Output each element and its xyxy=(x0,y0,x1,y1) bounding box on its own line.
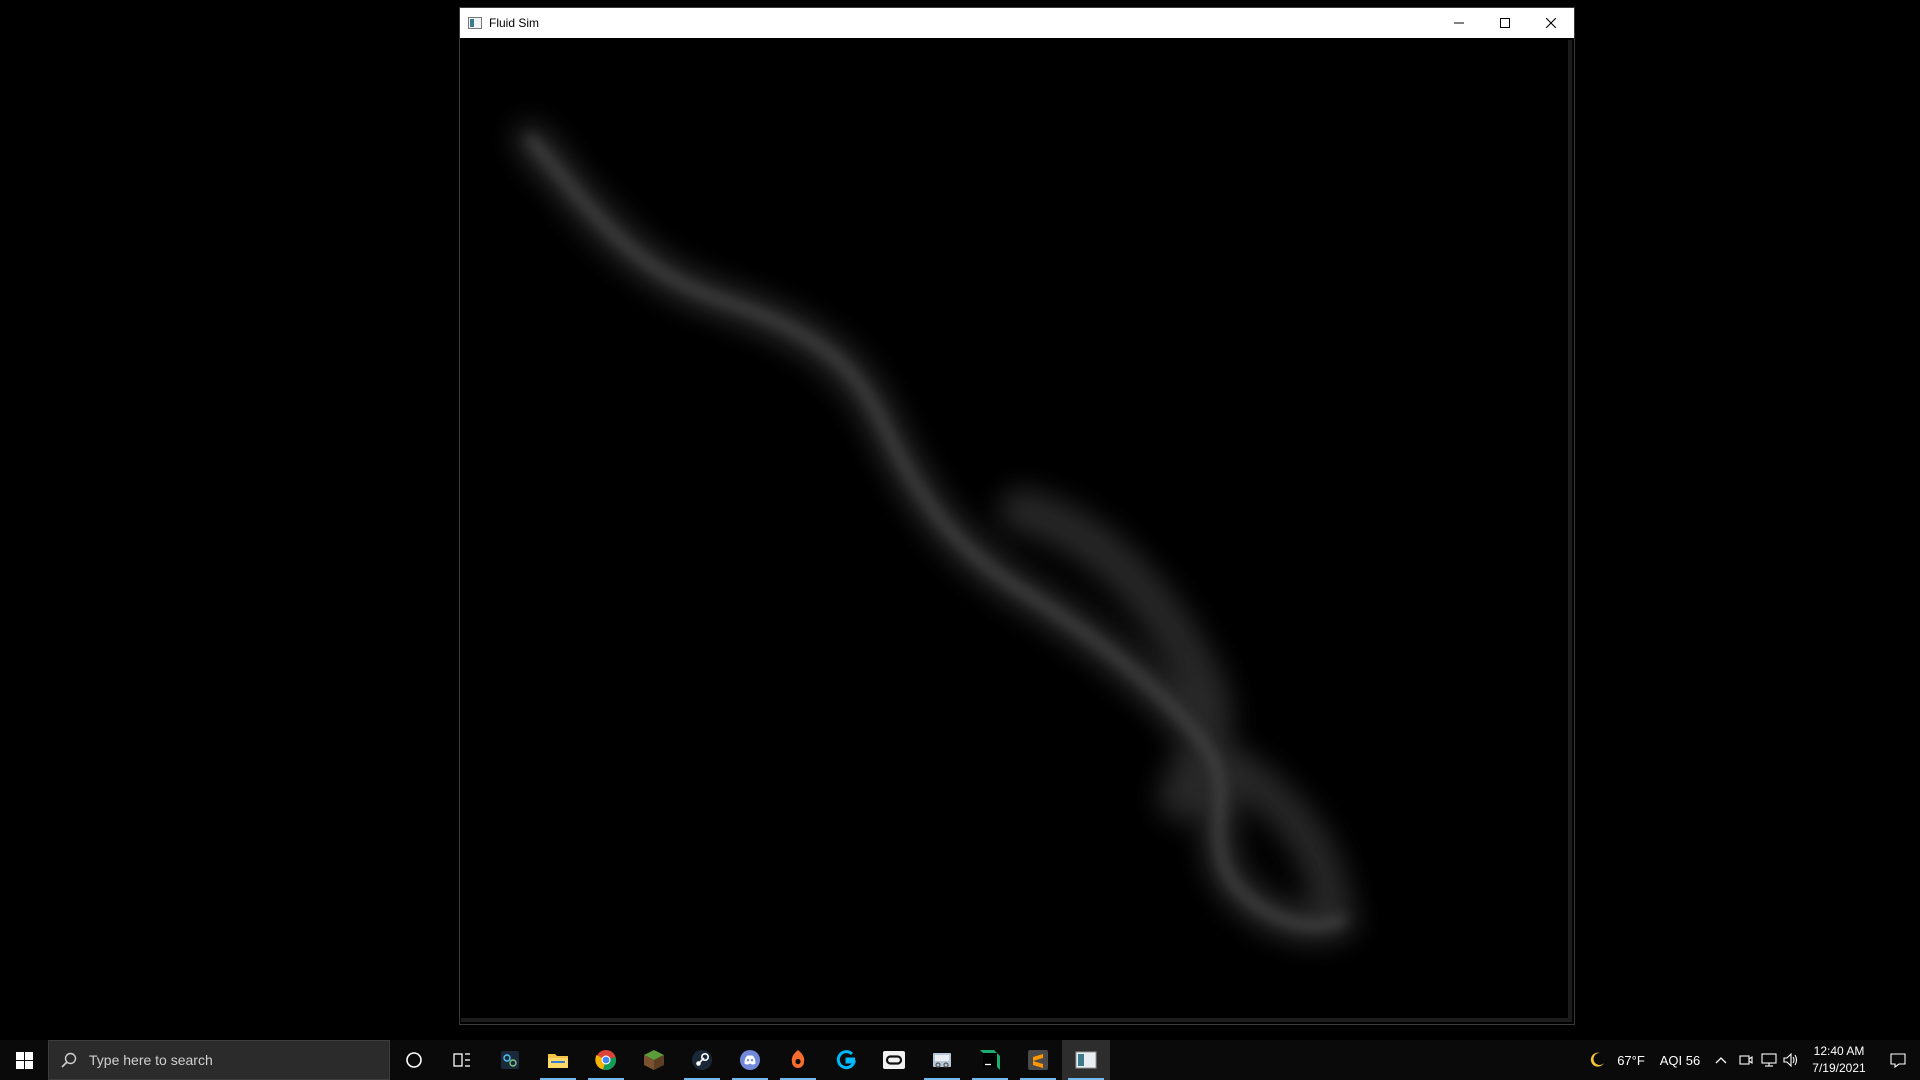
maximize-button[interactable] xyxy=(1482,8,1528,38)
snipping-tool-icon xyxy=(933,1053,951,1068)
minimize-icon xyxy=(1454,22,1464,24)
title-bar[interactable]: Fluid Sim xyxy=(460,8,1574,38)
moon-icon xyxy=(1590,1052,1604,1067)
close-button[interactable] xyxy=(1528,8,1574,38)
volume-button[interactable] xyxy=(1780,1040,1802,1080)
app-window-icon xyxy=(468,17,482,29)
clock-time: 12:40 AM xyxy=(1813,1044,1865,1058)
chevron-up-icon xyxy=(1715,1057,1727,1064)
search-box[interactable]: Type here to search xyxy=(48,1040,390,1080)
taskbar-app-settings[interactable] xyxy=(486,1040,534,1080)
discord-icon xyxy=(740,1050,760,1070)
network-icon xyxy=(1761,1053,1777,1067)
search-icon xyxy=(49,1052,89,1068)
maximize-icon xyxy=(1500,18,1510,28)
taskbar-app-file-explorer[interactable] xyxy=(534,1040,582,1080)
show-hidden-icons-button[interactable] xyxy=(1708,1040,1734,1080)
windows-logo-icon xyxy=(15,1051,33,1069)
system-tray: 67°F AQI 56 12:40 AM 7/19/2021 xyxy=(1584,1040,1920,1080)
smoke-plume xyxy=(514,123,1358,943)
settings-app-icon xyxy=(501,1051,519,1069)
task-view-icon xyxy=(453,1053,470,1067)
minimize-button[interactable] xyxy=(1436,8,1482,38)
weather-widget[interactable] xyxy=(1584,1040,1610,1080)
camera-icon xyxy=(1739,1055,1753,1065)
clock-date: 7/19/2021 xyxy=(1812,1061,1866,1075)
taskbar-app-origin[interactable] xyxy=(774,1040,822,1080)
taskbar: Type here to search 67°F AQI 56 12:40 AM… xyxy=(0,1040,1920,1080)
close-icon xyxy=(1546,18,1556,28)
meet-now-button[interactable] xyxy=(1734,1040,1758,1080)
notification-icon xyxy=(1890,1052,1906,1068)
taskbar-app-sublime-text[interactable] xyxy=(1014,1040,1062,1080)
chrome-icon xyxy=(595,1050,616,1070)
action-center-button[interactable] xyxy=(1876,1040,1920,1080)
caption-buttons xyxy=(1436,8,1574,38)
weather-aqi[interactable]: AQI 56 xyxy=(1652,1040,1708,1080)
cortana-icon xyxy=(406,1052,422,1068)
webstorm-icon xyxy=(980,1050,1000,1070)
clock[interactable]: 12:40 AM 7/19/2021 xyxy=(1802,1040,1876,1080)
logitech-g-icon xyxy=(836,1050,857,1070)
search-placeholder: Type here to search xyxy=(89,1052,213,1068)
sublime-text-icon xyxy=(1028,1050,1048,1070)
minecraft-icon xyxy=(644,1050,664,1070)
weather-temperature[interactable]: 67°F xyxy=(1610,1040,1652,1080)
cortana-button[interactable] xyxy=(390,1040,438,1080)
origin-icon xyxy=(791,1050,805,1068)
taskbar-app-logitech-g[interactable] xyxy=(822,1040,870,1080)
network-button[interactable] xyxy=(1758,1040,1780,1080)
taskbar-app-webstorm[interactable] xyxy=(966,1040,1014,1080)
taskbar-app-discord[interactable] xyxy=(726,1040,774,1080)
fluid-sim-window[interactable]: Fluid Sim xyxy=(459,7,1575,1025)
speaker-icon xyxy=(1783,1053,1798,1067)
fluid-sim-app-icon xyxy=(1075,1051,1097,1069)
simulation-canvas[interactable] xyxy=(461,40,1572,1022)
taskbar-app-snipping-tool[interactable] xyxy=(918,1040,966,1080)
taskbar-app-fluid-sim[interactable] xyxy=(1062,1040,1110,1080)
steam-icon xyxy=(692,1050,712,1070)
task-view-button[interactable] xyxy=(438,1040,486,1080)
taskbar-app-minecraft[interactable] xyxy=(630,1040,678,1080)
taskbar-app-steam[interactable] xyxy=(678,1040,726,1080)
taskbar-app-chrome[interactable] xyxy=(582,1040,630,1080)
window-title: Fluid Sim xyxy=(489,16,540,30)
start-button[interactable] xyxy=(0,1040,48,1080)
file-explorer-icon xyxy=(548,1054,568,1068)
oculus-icon xyxy=(883,1051,905,1069)
taskbar-app-oculus[interactable] xyxy=(870,1040,918,1080)
desktop: Fluid Sim xyxy=(0,0,1920,1040)
